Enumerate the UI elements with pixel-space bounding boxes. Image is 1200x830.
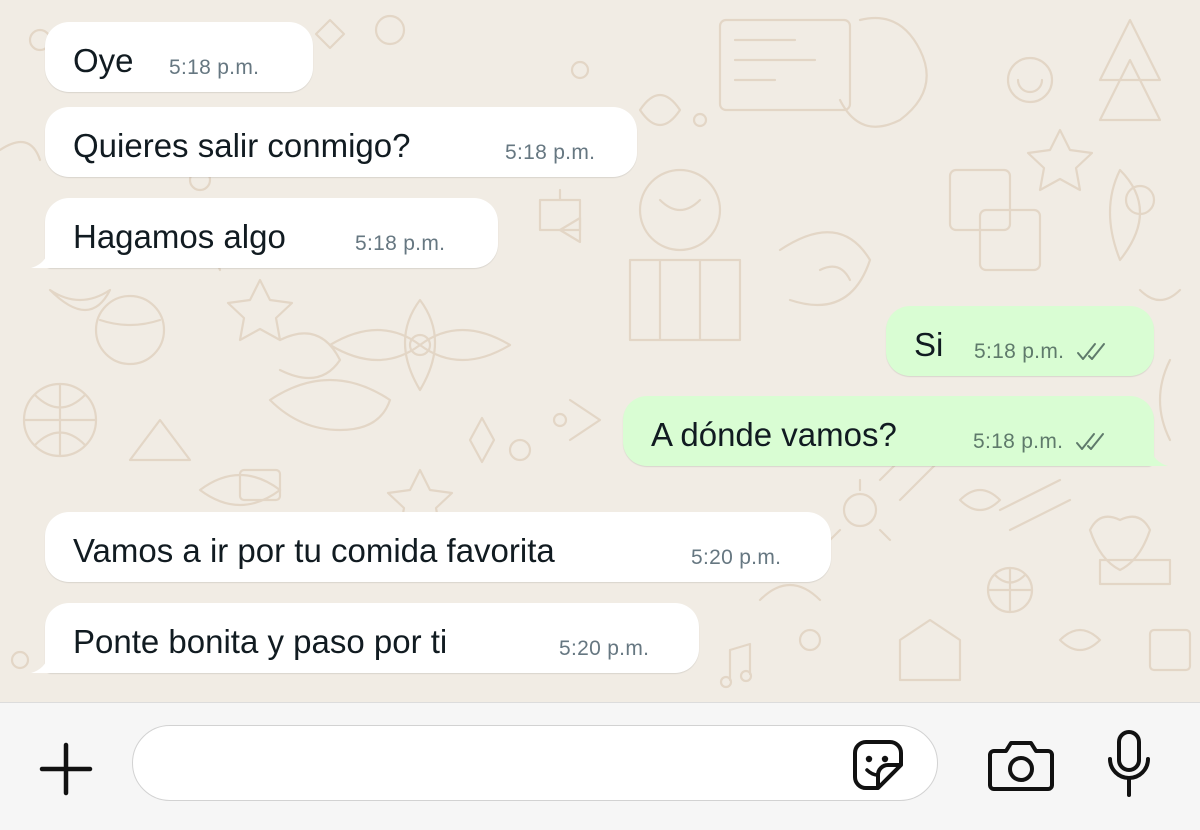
message-composer bbox=[0, 702, 1200, 830]
message-bubble-outgoing[interactable]: A dónde vamos? 5:18 p.m. bbox=[623, 396, 1168, 466]
plus-icon[interactable] bbox=[36, 739, 96, 799]
double-check-icon bbox=[1077, 343, 1106, 361]
message-time-label: 5:18 p.m. bbox=[974, 340, 1065, 363]
message-time-label: 5:18 p.m. bbox=[973, 430, 1064, 453]
message-input[interactable] bbox=[132, 725, 938, 801]
message-text: Vamos a ir por tu comida favorita bbox=[73, 532, 555, 569]
message-bubble-incoming[interactable]: Oye 5:18 p.m. bbox=[45, 22, 313, 92]
sticker-icon[interactable] bbox=[850, 737, 906, 793]
message-text: Oye bbox=[73, 42, 134, 79]
camera-icon[interactable] bbox=[986, 737, 1056, 793]
message-time: 5:18 p.m. bbox=[974, 340, 1110, 364]
message-time: 5:20 p.m. bbox=[559, 637, 650, 660]
message-text: A dónde vamos? bbox=[651, 416, 897, 453]
message-time: 5:18 p.m. bbox=[355, 232, 446, 255]
bubble-tail bbox=[1142, 440, 1168, 466]
message-time: 5:18 p.m. bbox=[973, 430, 1109, 454]
microphone-icon[interactable] bbox=[1106, 729, 1152, 801]
chat-area[interactable]: Oye 5:18 p.m. Quieres salir conmigo? 5:1… bbox=[0, 0, 1200, 702]
message-text: Hagamos algo bbox=[73, 218, 286, 255]
double-check-icon bbox=[1076, 433, 1105, 451]
message-text: Ponte bonita y paso por ti bbox=[73, 623, 448, 660]
message-bubble-incoming[interactable]: Hagamos algo 5:18 p.m. bbox=[31, 198, 498, 268]
message-text: Quieres salir conmigo? bbox=[73, 127, 411, 164]
message-bubble-incoming[interactable]: Vamos a ir por tu comida favorita 5:20 p… bbox=[45, 512, 831, 582]
message-time: 5:20 p.m. bbox=[691, 546, 782, 569]
message-bubble-incoming[interactable]: Quieres salir conmigo? 5:18 p.m. bbox=[45, 107, 637, 177]
message-bubble-outgoing[interactable]: Si 5:18 p.m. bbox=[886, 306, 1154, 376]
bubble-tail bbox=[31, 242, 57, 268]
message-time: 5:18 p.m. bbox=[505, 141, 596, 164]
bubble-tail bbox=[31, 647, 57, 673]
message-bubble-incoming[interactable]: Ponte bonita y paso por ti 5:20 p.m. bbox=[31, 603, 699, 673]
message-text: Si bbox=[914, 326, 944, 363]
message-time: 5:18 p.m. bbox=[169, 56, 260, 79]
